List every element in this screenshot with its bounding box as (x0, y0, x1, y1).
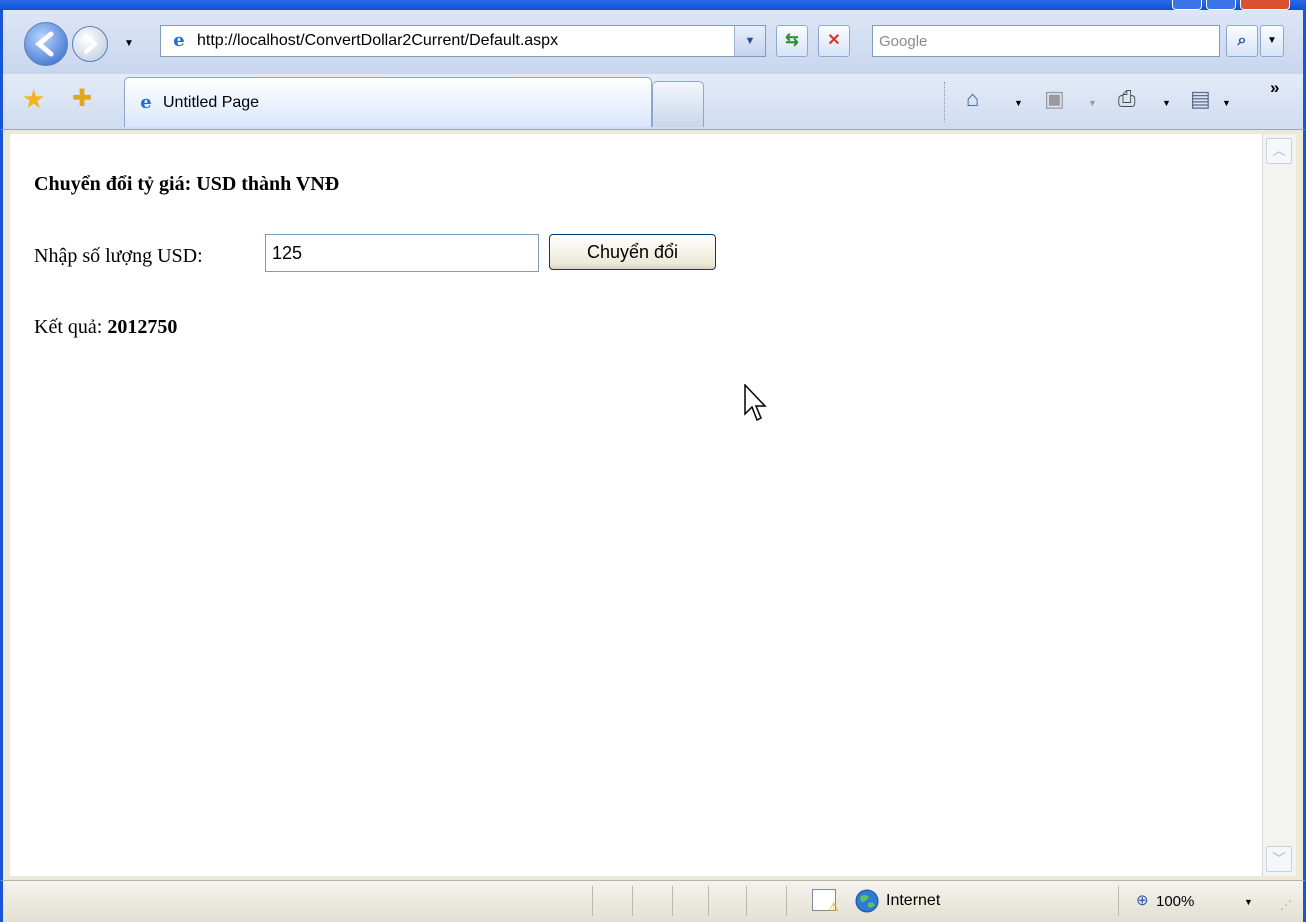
address-bar[interactable]: e http://localhost/ConvertDollar2Current… (160, 25, 766, 57)
recent-pages-dropdown[interactable]: ▼ (124, 38, 134, 49)
status-separator (672, 886, 673, 916)
globe-icon (855, 889, 879, 913)
tab-untitled-page[interactable]: e Untitled Page (124, 77, 652, 127)
zoom-level[interactable]: 100% (1156, 893, 1194, 910)
usd-amount-label: Nhập số lượng USD: (34, 245, 203, 267)
status-separator (786, 886, 787, 916)
zoom-dropdown-icon[interactable]: ▼ (1244, 897, 1253, 907)
forward-button[interactable] (72, 26, 108, 62)
resize-grip[interactable]: ⋰ (1280, 898, 1292, 912)
home-dropdown-icon[interactable]: ▼ (1014, 98, 1023, 108)
favorites-star-icon[interactable]: ★ (22, 84, 45, 115)
print-icon[interactable]: ⎙ (1118, 86, 1136, 112)
search-button[interactable]: ⌕ (1226, 25, 1258, 57)
result-line: Kết quả: 2012750 (34, 316, 177, 339)
status-separator (1118, 886, 1119, 916)
content-right-border (1296, 130, 1303, 880)
add-favorites-icon[interactable]: ✚ (72, 84, 92, 113)
address-url: http://localhost/ConvertDollar2Current/D… (197, 32, 559, 49)
window-title-bar (0, 0, 1306, 10)
convert-button[interactable]: Chuyển đổi (549, 234, 716, 270)
print-dropdown-icon[interactable]: ▼ (1162, 98, 1171, 108)
refresh-icon: ⇆ (785, 32, 799, 49)
close-window-button[interactable] (1240, 0, 1290, 10)
page-title: Chuyển đổi tỷ giá: USD thành VNĐ (34, 173, 340, 195)
toolbar-divider (944, 82, 946, 122)
search-options-button[interactable]: ▼ (1260, 25, 1284, 57)
tab-title: Untitled Page (163, 94, 260, 111)
search-placeholder: Google (879, 33, 928, 50)
feeds-dropdown-icon[interactable]: ▼ (1088, 98, 1097, 108)
back-button[interactable] (24, 22, 68, 66)
search-icon: ⌕ (1237, 32, 1247, 49)
security-zone-label: Internet (886, 892, 941, 909)
usd-amount-input[interactable] (265, 234, 539, 272)
stop-icon: ✕ (827, 32, 841, 49)
forward-arrow-icon (84, 34, 99, 54)
toolbar-more-chevron[interactable]: » (1270, 78, 1279, 98)
content-left-border (3, 130, 10, 880)
home-icon[interactable]: ⌂ (966, 86, 979, 112)
new-tab-button[interactable] (652, 81, 704, 127)
protected-mode-warning-icon[interactable]: ⚠ (812, 889, 839, 914)
status-separator (592, 886, 593, 916)
page-menu-dropdown-icon[interactable]: ▼ (1222, 98, 1231, 108)
result-label: Kết quả: (34, 316, 103, 338)
ie-page-icon: e (173, 30, 185, 51)
status-bar (0, 880, 1306, 922)
status-separator (708, 886, 709, 916)
mouse-cursor-icon (744, 384, 767, 422)
scroll-down-button[interactable]: ﹀ (1266, 846, 1292, 872)
scroll-up-button[interactable]: ︿ (1266, 138, 1292, 164)
vertical-scrollbar[interactable]: ︿ ﹀ (1262, 134, 1296, 876)
ie-page-icon: e (140, 92, 152, 113)
zoom-icon[interactable]: ⊕ (1136, 891, 1149, 909)
search-box[interactable]: Google (872, 25, 1220, 57)
refresh-button[interactable]: ⇆ (776, 25, 808, 57)
minimize-button[interactable] (1172, 0, 1202, 10)
maximize-button[interactable] (1206, 0, 1236, 10)
result-value: 2012750 (107, 316, 178, 338)
page-menu-icon[interactable]: ▤ (1190, 86, 1211, 112)
feeds-icon[interactable]: ▣ (1044, 86, 1065, 112)
status-separator (632, 886, 633, 916)
address-dropdown-button[interactable]: ▼ (734, 26, 765, 56)
status-separator (746, 886, 747, 916)
stop-button[interactable]: ✕ (818, 25, 850, 57)
back-arrow-icon (35, 31, 54, 57)
